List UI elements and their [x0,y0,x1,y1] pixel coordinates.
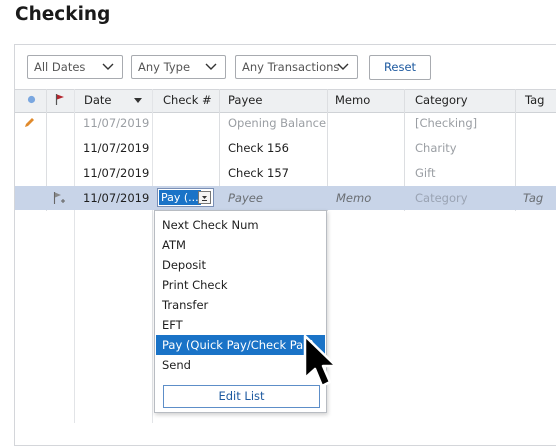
chevron-down-icon [337,63,349,70]
edit-list-button[interactable]: Edit List [163,385,320,408]
menu-item-deposit[interactable]: Deposit [156,255,325,275]
menu-item-eft[interactable]: EFT [156,315,325,335]
dropdown-toggle-button[interactable] [198,191,211,204]
status-dot-icon [27,95,36,104]
sort-down-icon[interactable] [134,98,142,103]
transactions-filter[interactable]: Any Transactions [235,55,358,79]
dates-filter-value: All Dates [34,60,86,74]
check-number-value: Pay (... [159,190,201,205]
row-category: [Checking] [415,116,478,130]
flag-icon[interactable] [55,93,65,106]
reset-button[interactable]: Reset [369,55,431,80]
menu-item-print-check[interactable]: Print Check [156,275,325,295]
table-row[interactable]: 11/07/2019 Check 156 Charity [15,136,556,160]
flag-add-icon[interactable] [53,191,66,205]
chevron-down-icon [205,63,217,70]
column-header-check[interactable]: Check # [163,93,212,107]
row-category: Charity [415,141,457,155]
column-header-memo[interactable]: Memo [335,93,370,107]
mouse-pointer-icon [303,334,338,388]
column-header-payee[interactable]: Payee [228,93,262,107]
dates-filter[interactable]: All Dates [27,55,123,79]
row-date: 11/07/2019 [83,116,150,130]
tag-input[interactable]: Tag [523,186,543,210]
edit-row[interactable]: 11/07/2019 Payee Memo Category Tag [15,186,556,210]
column-header-tag[interactable]: Tag [525,93,544,107]
check-number-input[interactable]: Pay (... [157,188,214,207]
page-title: Checking [15,4,111,25]
row-payee: Check 157 [228,166,289,180]
type-filter[interactable]: Any Type [131,55,226,79]
dropdown-arrow-icon [202,196,207,201]
menu-item-transfer[interactable]: Transfer [156,295,325,315]
column-header-date[interactable]: Date [84,93,112,107]
row-category: Gift [415,166,436,180]
table-row[interactable]: 11/07/2019 Opening Balance [Checking] [15,111,556,135]
row-payee: Check 156 [228,141,289,155]
type-filter-value: Any Type [138,60,191,74]
column-header-category[interactable]: Category [415,93,468,107]
menu-item-next-check-num[interactable]: Next Check Num [156,215,325,235]
row-payee: Opening Balance [228,116,327,130]
table-row[interactable]: 11/07/2019 Check 157 Gift [15,161,556,185]
menu-item-pay[interactable]: Pay (Quick Pay/Check Pay) [156,335,325,355]
memo-input[interactable]: Memo [336,186,371,210]
payee-input[interactable]: Payee [228,186,263,210]
menu-item-atm[interactable]: ATM [156,235,325,255]
edit-row-date[interactable]: 11/07/2019 [83,186,149,210]
row-date: 11/07/2019 [83,141,150,155]
transactions-filter-value: Any Transactions [242,60,340,74]
menu-item-send[interactable]: Send [156,355,325,375]
category-input[interactable]: Category [415,186,468,210]
chevron-down-icon [102,63,114,70]
pencil-icon [25,118,34,127]
row-date: 11/07/2019 [83,166,150,180]
